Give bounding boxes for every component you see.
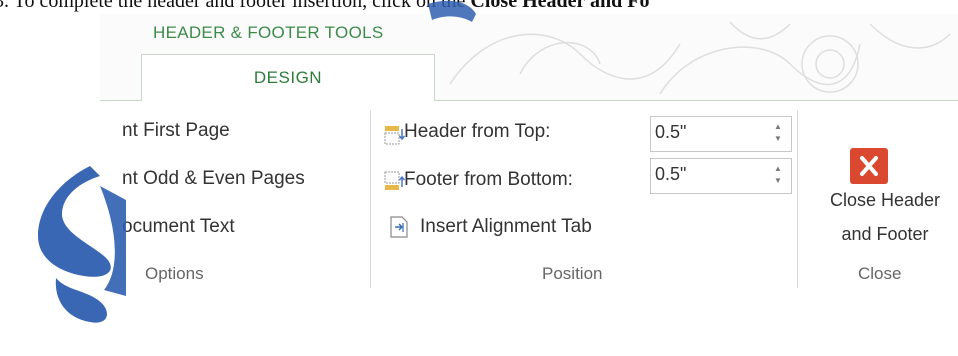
watermark-shape <box>38 0 476 323</box>
